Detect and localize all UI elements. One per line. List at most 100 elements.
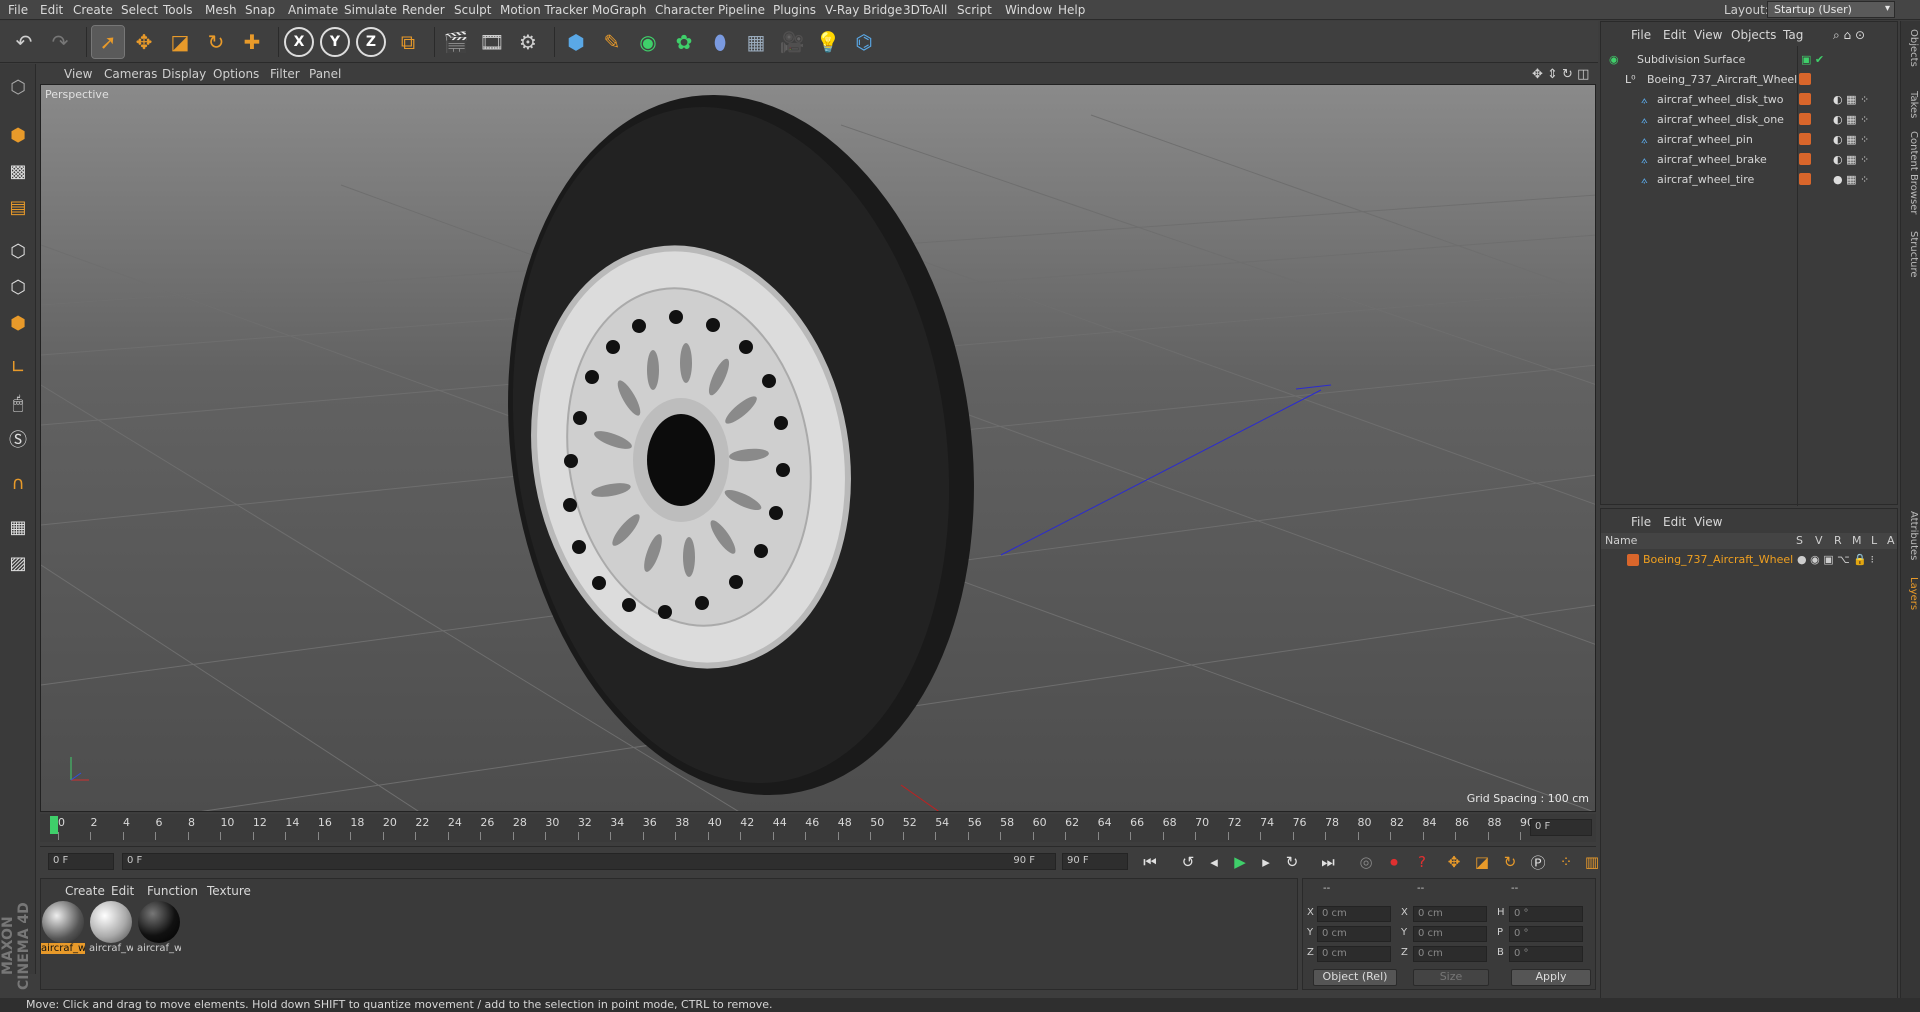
menu-sculpt[interactable]: Sculpt <box>454 3 491 17</box>
live-selection-icon[interactable]: ➚ <box>91 25 125 59</box>
rot-h-field[interactable]: 0 ° <box>1509 906 1583 922</box>
menu-help[interactable]: Help <box>1058 3 1085 17</box>
tab-structure[interactable]: Structure <box>1903 231 1919 278</box>
axis-mode-icon[interactable]: ∟ <box>3 352 33 382</box>
object-row[interactable]: ◉ Subdivision Surface ▣ ✔ <box>1601 50 1897 70</box>
go-to-start-icon[interactable]: ⏮ <box>1138 850 1162 874</box>
camera-icon[interactable]: 🎥 <box>776 26 808 58</box>
render-settings-icon[interactable]: ⚙ <box>512 26 544 58</box>
undo-icon[interactable]: ↶ <box>8 26 40 58</box>
points-mode-icon[interactable]: ⬡ <box>3 236 33 266</box>
material-tag-icon[interactable]: ◐ ▦ ⁘ <box>1833 133 1869 146</box>
rot-b-field[interactable]: 0 ° <box>1509 946 1583 962</box>
start-frame-field[interactable]: 0 F <box>48 853 114 870</box>
model-mode-icon[interactable]: ⬢ <box>3 120 33 150</box>
object-row[interactable]: L⁰ Boeing_737_Aircraft_Wheel <box>1601 70 1897 90</box>
viewport-menu-options[interactable]: Options <box>213 67 259 81</box>
menu-script[interactable]: Script <box>957 3 992 17</box>
texture-mode-icon[interactable]: ▩ <box>3 156 33 186</box>
3d-viewport[interactable]: Perspective Grid Spacing : 100 cm <box>40 84 1596 812</box>
timeline-window-icon[interactable]: ▥ <box>1580 850 1604 874</box>
playhead[interactable] <box>50 816 58 834</box>
material-menu-create[interactable]: Create <box>65 884 105 898</box>
autokey-icon[interactable]: ⏺ <box>1382 850 1406 874</box>
menu-v-ray-bridge[interactable]: V-Ray Bridge <box>825 3 902 17</box>
menu-snap[interactable]: Snap <box>245 3 275 17</box>
object-row[interactable]: ⟑ aircraf_wheel_pin ◐ ▦ ⁘ <box>1601 130 1897 150</box>
render-picture-viewer-icon[interactable]: 🎞 <box>476 26 508 58</box>
menu-select[interactable]: Select <box>121 3 158 17</box>
layer-toggle-icons[interactable]: ● ◉ ▣ ⌥ 🔒 ⁝ <box>1797 553 1874 566</box>
current-frame-field[interactable]: 0 F <box>1530 819 1592 836</box>
menu-render[interactable]: Render <box>402 3 445 17</box>
material-tag-icon[interactable]: ◐ ▦ ⁘ <box>1833 113 1869 126</box>
viewport-menu-panel[interactable]: Panel <box>309 67 341 81</box>
x-axis-lock[interactable]: X <box>284 27 314 57</box>
keyframe-selection-icon[interactable]: ? <box>1410 850 1434 874</box>
objects-search-icon[interactable]: ⌕ ⌂ ⊙ <box>1833 28 1865 43</box>
snapping-icon[interactable]: ∩ <box>3 468 33 498</box>
material-swatch[interactable]: aircraf_w <box>41 901 85 959</box>
menu-3dtoall[interactable]: 3DToAll <box>903 3 947 17</box>
menu-motion-tracker[interactable]: Motion Tracker <box>500 3 588 17</box>
python-icon[interactable]: ⌬ <box>848 26 880 58</box>
deformer-icon[interactable]: ⬮ <box>704 26 736 58</box>
tab-layers[interactable]: Layers <box>1903 577 1919 610</box>
coordinate-system-icon[interactable]: ⧉ <box>392 26 424 58</box>
menu-edit[interactable]: Edit <box>40 3 63 17</box>
pos-z-field[interactable]: 0 cm <box>1317 946 1391 962</box>
objects-menu-file[interactable]: File <box>1631 28 1651 42</box>
array-generator-icon[interactable]: ✿ <box>668 26 700 58</box>
next-frame-icon[interactable]: ▸ <box>1254 850 1278 874</box>
y-axis-lock[interactable]: Y <box>320 27 350 57</box>
next-key-icon[interactable]: ↻ <box>1280 850 1304 874</box>
render-view-icon[interactable]: 🎬 <box>440 26 472 58</box>
tab-attributes[interactable]: Attributes <box>1903 511 1919 560</box>
tab-objects[interactable]: Objects <box>1903 29 1919 67</box>
light-icon[interactable]: 💡 <box>812 26 844 58</box>
viewport-nav-icons[interactable]: ✥ ⇕ ↻ ◫ <box>1532 67 1589 82</box>
size-mode-dropdown[interactable]: Size <box>1413 969 1489 986</box>
z-axis-lock[interactable]: Z <box>356 27 386 57</box>
objects-menu-tag[interactable]: Tag <box>1783 28 1803 42</box>
menu-file[interactable]: File <box>8 3 28 17</box>
rot-p-field[interactable]: 0 ° <box>1509 926 1583 942</box>
rotate-tool-icon[interactable]: ↻ <box>200 26 232 58</box>
menu-create[interactable]: Create <box>73 3 113 17</box>
timeline-ruler[interactable]: 0 2 4 6 8 10 12 14 16 18 20 22 24 26 28 30 32 34 36 38 40 42 4… <box>40 814 1596 842</box>
objects-menu-view[interactable]: View <box>1694 28 1722 42</box>
layer-row[interactable]: Boeing_737_Aircraft_Wheel ● ◉ ▣ ⌥ 🔒 ⁝ <box>1601 551 1897 569</box>
cube-primitive-icon[interactable]: ⬢ <box>560 26 592 58</box>
object-row[interactable]: ⟑ aircraf_wheel_disk_one ◐ ▦ ⁘ <box>1601 110 1897 130</box>
layers-menu-file[interactable]: File <box>1631 515 1651 529</box>
enabled-check-icon[interactable]: ▣ ✔ <box>1801 53 1824 66</box>
subdivision-surface-icon[interactable]: ◉ <box>632 26 664 58</box>
material-tag-icon[interactable]: ● ▦ ⁘ <box>1833 173 1869 186</box>
size-y-field[interactable]: 0 cm <box>1413 926 1487 942</box>
workplane-mode-icon[interactable]: ▤ <box>3 192 33 222</box>
key-parameter-icon[interactable]: Ⓟ <box>1526 850 1550 874</box>
workplane-lock-icon[interactable]: ▦ <box>3 512 33 542</box>
menu-mesh[interactable]: Mesh <box>205 3 237 17</box>
previous-key-icon[interactable]: ↺ <box>1176 850 1200 874</box>
objects-menu-edit[interactable]: Edit <box>1663 28 1686 42</box>
layers-menu-view[interactable]: View <box>1694 515 1722 529</box>
material-tag-icon[interactable]: ◐ ▦ ⁘ <box>1833 93 1869 106</box>
pen-spline-icon[interactable]: ✎ <box>596 26 628 58</box>
move-tool-icon[interactable]: ✥ <box>128 26 160 58</box>
preview-range-slider[interactable]: 0 F 90 F <box>122 853 1056 870</box>
size-x-field[interactable]: 0 cm <box>1413 906 1487 922</box>
scale-tool-icon[interactable]: ◪ <box>164 26 196 58</box>
material-menu-function[interactable]: Function <box>147 884 198 898</box>
solo-mode-icon[interactable]: Ⓢ <box>3 424 33 454</box>
make-editable-icon[interactable]: ⬡ <box>3 72 33 102</box>
pos-y-field[interactable]: 0 cm <box>1317 926 1391 942</box>
layout-dropdown[interactable]: Startup (User) <box>1767 1 1895 18</box>
play-icon[interactable]: ▶ <box>1228 850 1252 874</box>
edges-mode-icon[interactable]: ⬡ <box>3 272 33 302</box>
menu-pipeline[interactable]: Pipeline <box>718 3 765 17</box>
end-frame-field[interactable]: 90 F <box>1062 853 1128 870</box>
pos-x-field[interactable]: 0 cm <box>1317 906 1391 922</box>
viewport-menu-view[interactable]: View <box>64 67 92 81</box>
size-z-field[interactable]: 0 cm <box>1413 946 1487 962</box>
